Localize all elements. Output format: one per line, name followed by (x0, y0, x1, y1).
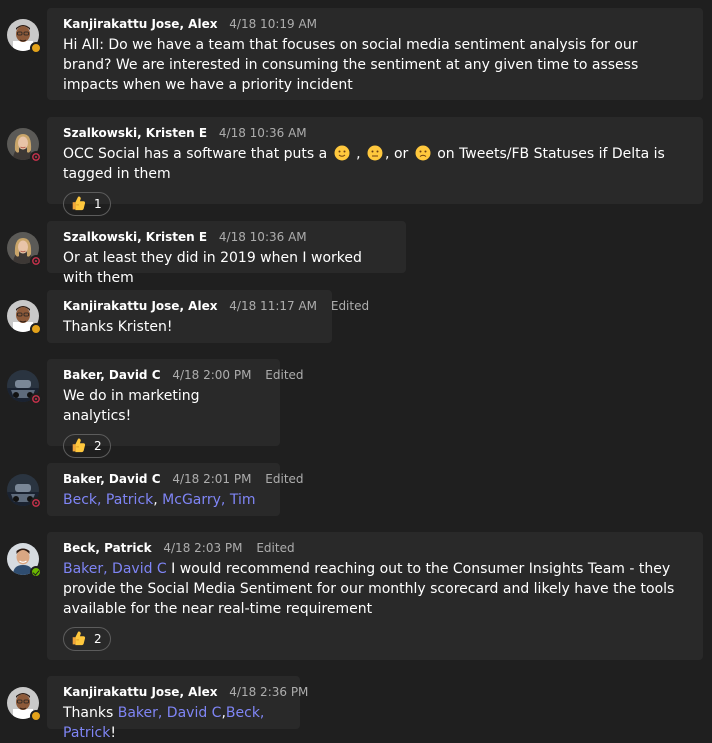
message-timestamp: 4/18 2:03 PM (163, 541, 243, 555)
avatar[interactable] (7, 474, 42, 509)
mention-link[interactable]: Baker, David C (63, 561, 167, 577)
avatar[interactable] (7, 370, 42, 405)
presence-status-icon (30, 151, 42, 163)
message-text: Beck, Patrick, McGarry, Tim (63, 490, 264, 510)
message-timestamp: 4/18 10:36 AM (218, 126, 307, 140)
message-text-separator: , (356, 146, 361, 162)
message-text: Baker, David C I would recommend reachin… (63, 559, 687, 619)
message-timestamp: 4/18 2:01 PM (172, 472, 252, 486)
edited-label: Edited (265, 368, 304, 382)
mention-separator: , (153, 492, 158, 508)
message-author[interactable]: Kanjirakattu Jose, Alex (63, 17, 217, 31)
reaction-like-button[interactable]: 1 (63, 192, 111, 216)
presence-status-icon (30, 393, 42, 405)
message-text-part: ! (110, 725, 116, 741)
message-bubble[interactable]: Szalkowski, Kristen E 4/18 10:36 AM Or a… (47, 221, 406, 286)
reaction-count: 1 (94, 197, 102, 211)
message-author[interactable]: Szalkowski, Kristen E (63, 230, 207, 244)
message-text-part: Thanks (63, 705, 114, 721)
message-bubble[interactable]: Baker, David C 4/18 2:01 PM Edited Beck,… (47, 463, 304, 516)
message-timestamp: 4/18 2:00 PM (172, 368, 252, 382)
message-text: OCC Social has a software that puts a , … (63, 144, 687, 184)
away-status-icon (30, 710, 42, 722)
message-bubble[interactable]: Baker, David C 4/18 2:00 PM Edited We do… (47, 359, 304, 458)
available-status-icon (30, 566, 42, 578)
message-text: Thanks Kristen! (63, 319, 173, 335)
avatar[interactable] (7, 543, 42, 578)
message-bubble[interactable]: Kanjirakattu Jose, Alex 4/18 10:19 AM Hi… (47, 8, 703, 100)
neutral-face-icon (367, 145, 383, 161)
message-text: We do in marketing analytics! (63, 388, 200, 424)
avatar[interactable] (7, 232, 42, 267)
reaction-count: 2 (94, 632, 102, 646)
reaction-count: 2 (94, 439, 102, 453)
message-timestamp: 4/18 10:36 AM (218, 230, 307, 244)
message-timestamp: 4/18 2:36 PM (229, 685, 309, 699)
avatar[interactable] (7, 300, 42, 335)
message-bubble[interactable]: Kanjirakattu Jose, Alex 4/18 11:17 AM Ed… (47, 290, 369, 343)
mention-link[interactable]: Baker, David C (118, 705, 222, 721)
message-text: Hi All: Do we have a team that focuses o… (63, 37, 639, 93)
message-author[interactable]: Szalkowski, Kristen E (63, 126, 207, 140)
mention-link[interactable]: McGarry, Tim (162, 492, 255, 508)
message-timestamp: 4/18 11:17 AM (229, 299, 318, 313)
message-text-part: , or (385, 146, 409, 162)
presence-status-icon (30, 497, 42, 509)
reaction-like-button[interactable]: 2 (63, 434, 111, 458)
away-status-icon (30, 42, 42, 54)
message-text: Thanks Baker, David C,Beck, Patrick! (63, 703, 284, 743)
message-bubble[interactable]: Szalkowski, Kristen E 4/18 10:36 AM OCC … (47, 117, 703, 216)
message-bubble[interactable]: Beck, Patrick 4/18 2:03 PM Edited Baker,… (47, 532, 703, 660)
message-author[interactable]: Baker, David C (63, 472, 161, 486)
avatar[interactable] (7, 19, 42, 54)
edited-label: Edited (265, 472, 304, 486)
message-author[interactable]: Kanjirakattu Jose, Alex (63, 299, 217, 313)
avatar[interactable] (7, 128, 42, 163)
message-text: Or at least they did in 2019 when I work… (63, 250, 362, 286)
message-bubble[interactable]: Kanjirakattu Jose, Alex 4/18 2:36 PM Tha… (47, 676, 308, 741)
thumbs-up-icon (72, 196, 86, 211)
thumbs-up-icon (72, 438, 86, 453)
presence-status-icon (30, 255, 42, 267)
message-timestamp: 4/18 10:19 AM (229, 17, 318, 31)
thumbs-up-icon (72, 631, 86, 646)
away-status-icon (30, 323, 42, 335)
message-author[interactable]: Baker, David C (63, 368, 161, 382)
reaction-like-button[interactable]: 2 (63, 627, 111, 651)
message-author[interactable]: Kanjirakattu Jose, Alex (63, 685, 217, 699)
avatar[interactable] (7, 687, 42, 722)
edited-label: Edited (330, 299, 370, 313)
edited-label: Edited (256, 541, 295, 555)
slightly-frowning-face-icon (415, 145, 431, 161)
message-text-part: OCC Social has a software that puts a (63, 146, 328, 162)
mention-link[interactable]: Beck, Patrick (63, 492, 153, 508)
message-author[interactable]: Beck, Patrick (63, 541, 152, 555)
slightly-smiling-face-icon (334, 145, 350, 161)
